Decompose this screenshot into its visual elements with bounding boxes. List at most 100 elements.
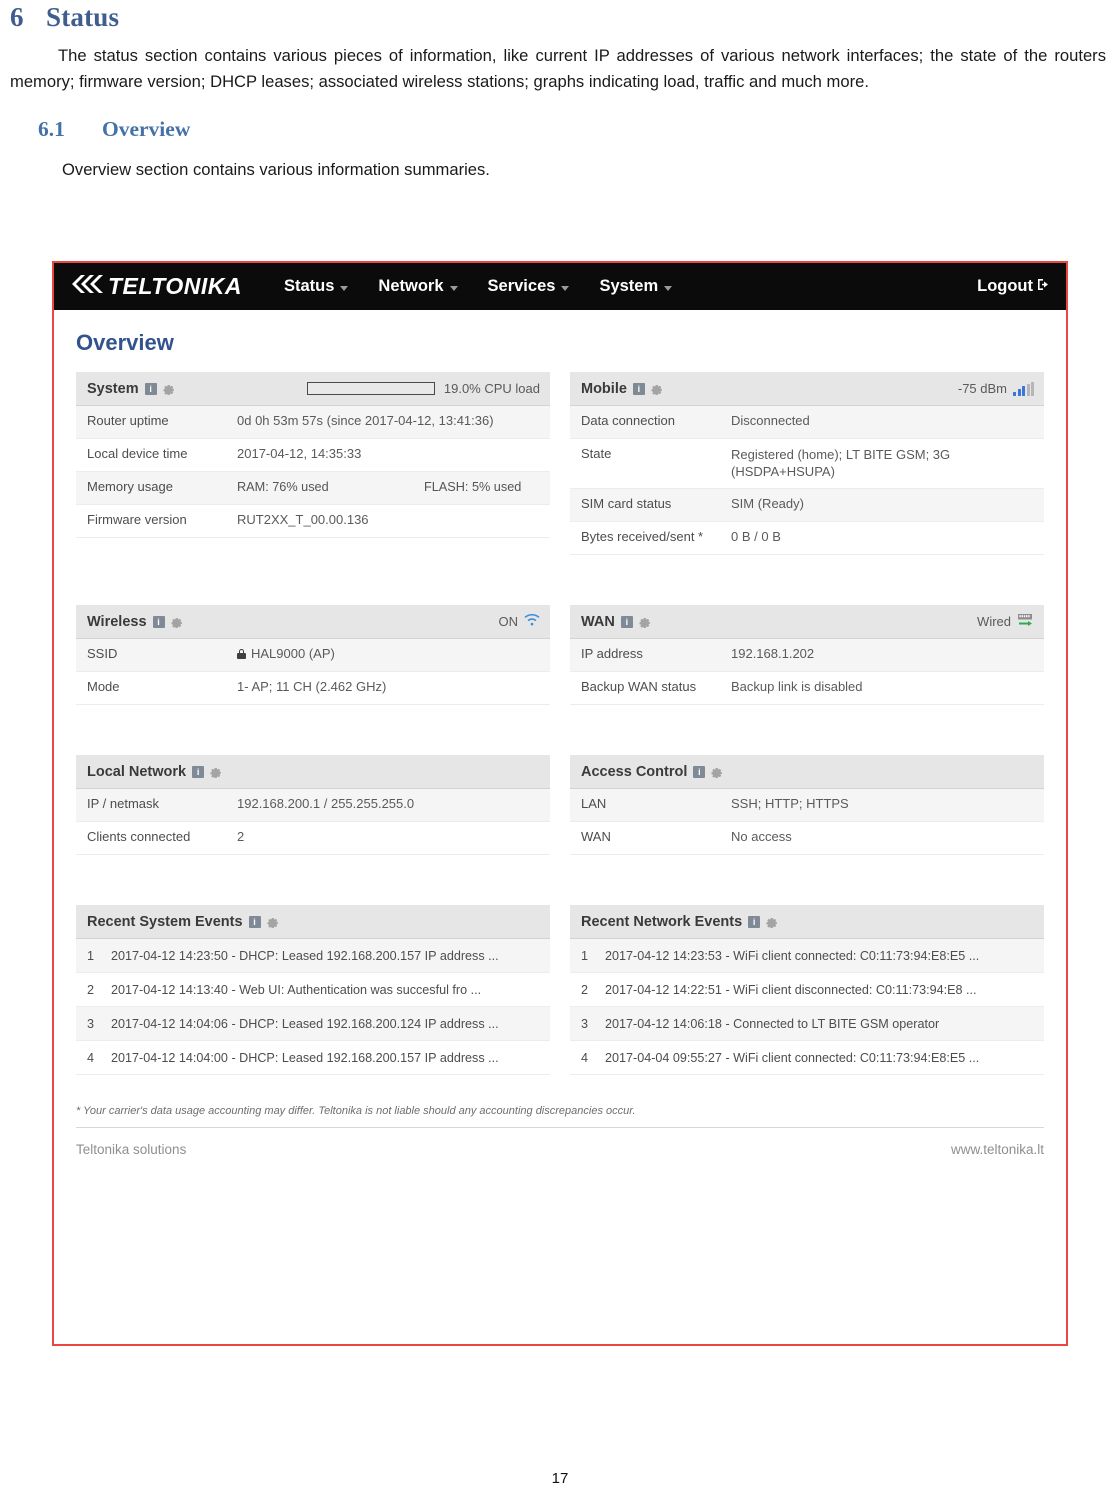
card-local-network-header: Local Network i xyxy=(76,755,550,789)
flash-usage-label: FLASH: 5% used xyxy=(424,480,522,494)
list-item[interactable]: 3 2017-04-12 14:06:18 - Connected to LT … xyxy=(570,1007,1044,1041)
chapter-number: 6 xyxy=(10,2,24,32)
nav-label: Network xyxy=(378,277,444,295)
card-recent-network-events-header: Recent Network Events i xyxy=(570,905,1044,939)
row-key: IP address xyxy=(581,646,643,661)
card-wan-header: WAN i Wired xyxy=(570,605,1044,639)
row-value: 2 xyxy=(237,829,245,844)
card-recent-network-events-title: Recent Network Events xyxy=(581,913,743,930)
logout-button[interactable]: Logout xyxy=(977,263,1050,310)
list-item[interactable]: 4 2017-04-12 14:04:00 - DHCP: Leased 192… xyxy=(76,1041,550,1075)
list-item[interactable]: 2 2017-04-12 14:13:40 - Web UI: Authenti… xyxy=(76,973,550,1007)
row-value: 0 B / 0 B xyxy=(731,529,781,544)
info-icon[interactable]: i xyxy=(632,382,645,395)
nav-item-network[interactable]: Network xyxy=(378,277,458,296)
card-wan-title: WAN xyxy=(581,613,615,630)
ram-usage-label: RAM: 76% used xyxy=(237,480,329,494)
table-row: Clients connected 2 xyxy=(76,822,550,855)
row-key: Firmware version xyxy=(87,512,187,527)
cpu-load-indicator: 19.0% CPU load xyxy=(306,381,540,396)
info-icon[interactable]: i xyxy=(152,615,165,628)
gear-icon[interactable] xyxy=(163,383,175,395)
info-icon[interactable]: i xyxy=(248,915,261,928)
chevron-down-icon xyxy=(664,286,673,291)
section-title: Overview xyxy=(102,117,191,141)
cards-row-1: System i 19.0% CPU load Router uptime 0d… xyxy=(76,372,1044,555)
card-recent-network-events: Recent Network Events i 1 2017-04-12 14:… xyxy=(570,905,1044,1075)
event-text: 2017-04-12 14:04:00 - DHCP: Leased 192.1… xyxy=(111,1050,499,1065)
top-navigation-bar: TELTONIKA Status Network Services System… xyxy=(54,263,1066,310)
event-text: 2017-04-12 14:22:51 - WiFi client discon… xyxy=(605,982,977,997)
card-access-control-rows: LAN SSH; HTTP; HTTPS WAN No access xyxy=(570,789,1044,855)
row-key: Bytes received/sent * xyxy=(581,529,704,544)
card-mobile: Mobile i -75 dBm Data connection Disconn… xyxy=(570,372,1044,555)
footer-right-link[interactable]: www.teltonika.lt xyxy=(951,1142,1044,1157)
card-system-rows: Router uptime 0d 0h 53m 57s (since 2017-… xyxy=(76,406,550,538)
card-wireless-title: Wireless xyxy=(87,613,147,630)
gear-icon[interactable] xyxy=(171,616,183,628)
row-key: Router uptime xyxy=(87,413,169,428)
list-item[interactable]: 3 2017-04-12 14:04:06 - DHCP: Leased 192… xyxy=(76,1007,550,1041)
page-title-heading: 6 Status xyxy=(10,0,1106,33)
row-value: SIM (Ready) xyxy=(731,496,804,511)
gear-icon[interactable] xyxy=(267,916,279,928)
row-value: 2017-04-12, 14:35:33 xyxy=(237,446,362,461)
wireless-status-label: ON xyxy=(498,614,519,629)
card-mobile-header: Mobile i -75 dBm xyxy=(570,372,1044,406)
wired-ethernet-icon xyxy=(1017,613,1034,630)
row-value: RUT2XX_T_00.00.136 xyxy=(237,512,369,527)
card-mobile-title: Mobile xyxy=(581,380,627,397)
gear-icon[interactable] xyxy=(651,383,663,395)
nav-item-services[interactable]: Services xyxy=(488,277,570,296)
memory-usage-bars: RAM: 76% used FLASH: 5% used xyxy=(237,479,569,494)
event-index: 1 xyxy=(581,948,589,963)
wan-status-label: Wired xyxy=(977,614,1011,629)
event-index: 1 xyxy=(87,948,95,963)
info-icon[interactable]: i xyxy=(620,615,633,628)
table-row: Bytes received/sent * 0 B / 0 B xyxy=(570,522,1044,555)
card-wireless: Wireless i ON SSID HAL9000 (AP) Mode 1- … xyxy=(76,605,550,705)
row-value: Registered (home); LT BITE GSM; 3G (HSDP… xyxy=(731,447,951,479)
nav-label: Status xyxy=(283,277,335,295)
event-text: 2017-04-12 14:06:18 - Connected to LT BI… xyxy=(605,1016,940,1031)
nav-item-status[interactable]: Status xyxy=(283,277,349,296)
nav-item-system[interactable]: System xyxy=(599,277,673,296)
list-item[interactable]: 1 2017-04-12 14:23:50 - DHCP: Leased 192… xyxy=(76,939,550,973)
section-number: 6.1 xyxy=(38,117,65,141)
row-key: WAN xyxy=(581,829,611,844)
card-wan-rows: IP address 192.168.1.202 Backup WAN stat… xyxy=(570,639,1044,705)
ui-footer: Teltonika solutions www.teltonika.lt xyxy=(54,1128,1066,1157)
gear-icon[interactable] xyxy=(766,916,778,928)
section-paragraph: Overview section contains various inform… xyxy=(62,160,490,179)
teltonika-logo[interactable]: TELTONIKA xyxy=(72,273,242,300)
table-row: Backup WAN status Backup link is disable… xyxy=(570,672,1044,705)
card-access-control-title: Access Control xyxy=(581,763,688,780)
row-key: Local device time xyxy=(87,446,188,461)
chevrons-logo-icon xyxy=(72,273,106,300)
info-icon[interactable]: i xyxy=(748,915,761,928)
info-icon[interactable]: i xyxy=(192,765,205,778)
row-value: Backup link is disabled xyxy=(731,679,863,694)
card-system-title: System xyxy=(87,380,139,397)
row-key: LAN xyxy=(581,796,607,811)
row-value-ssid: HAL9000 (AP) xyxy=(237,646,540,661)
gear-icon[interactable] xyxy=(639,616,651,628)
info-icon[interactable]: i xyxy=(693,765,706,778)
event-index: 2 xyxy=(87,982,95,997)
carrier-disclaimer: * Your carrier's data usage accounting m… xyxy=(76,1105,636,1117)
list-item[interactable]: 2 2017-04-12 14:22:51 - WiFi client disc… xyxy=(570,973,1044,1007)
event-text: 2017-04-04 09:55:27 - WiFi client connec… xyxy=(605,1050,980,1065)
list-item[interactable]: 4 2017-04-04 09:55:27 - WiFi client conn… xyxy=(570,1041,1044,1075)
event-index: 4 xyxy=(87,1050,95,1065)
intro-paragraph: The status section contains various piec… xyxy=(10,46,1106,91)
list-item[interactable]: 1 2017-04-12 14:23:53 - WiFi client conn… xyxy=(570,939,1044,973)
section-heading: 6.1 Overview xyxy=(10,117,1106,142)
table-row: State Registered (home); LT BITE GSM; 3G… xyxy=(570,439,1044,489)
router-ui-screenshot: TELTONIKA Status Network Services System… xyxy=(52,261,1068,1346)
overview-page-title: Overview xyxy=(76,330,174,355)
table-row: LAN SSH; HTTP; HTTPS xyxy=(570,789,1044,822)
gear-icon[interactable] xyxy=(210,766,222,778)
row-key: Backup WAN status xyxy=(581,679,697,694)
info-icon[interactable]: i xyxy=(144,382,157,395)
gear-icon[interactable] xyxy=(711,766,723,778)
